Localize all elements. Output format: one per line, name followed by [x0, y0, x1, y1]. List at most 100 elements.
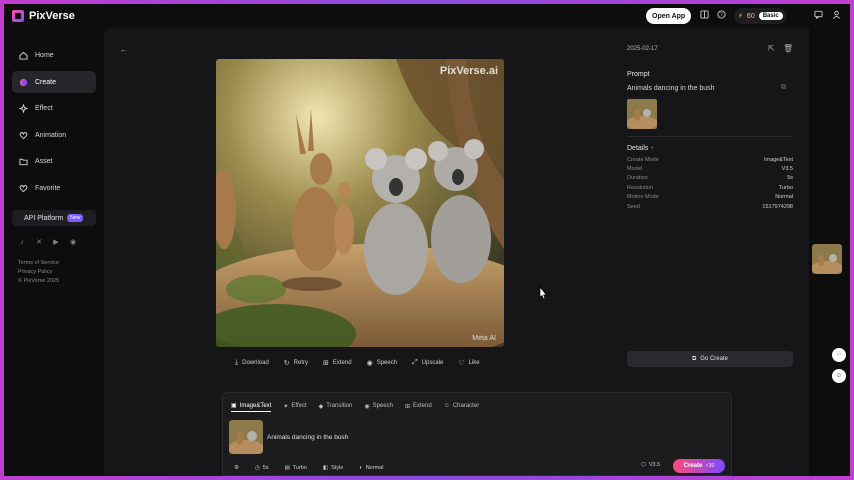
create-icon — [19, 78, 28, 87]
prompt-image-thumbnail[interactable] — [627, 99, 657, 129]
sparkle-icon: ✦ — [283, 403, 289, 410]
tab-image-text[interactable]: ▣ Image&Text — [231, 400, 272, 412]
credits-count: 60 — [746, 12, 755, 20]
copy-icon[interactable]: ⧉ — [781, 84, 786, 92]
tiktok-icon[interactable]: ♪ — [18, 239, 26, 247]
mouse-cursor-icon — [539, 286, 548, 300]
apps-grid-icon[interactable]: ⁘ — [832, 348, 846, 362]
tab-speech[interactable]: ◉ Speech — [364, 400, 393, 412]
tab-transition[interactable]: ◆ Transition — [319, 400, 353, 412]
settings-button[interactable]: ⚙ — [229, 461, 244, 474]
tab-effect[interactable]: ✦ Effect — [283, 400, 306, 412]
quality-select[interactable]: ▤ Turbo — [280, 461, 312, 474]
detail-key: Resolution — [627, 185, 653, 191]
sidebar-item-label: Favorite — [35, 184, 61, 192]
api-platform-button[interactable]: API Platform New — [12, 210, 96, 226]
help-icon[interactable]: ? — [715, 10, 727, 22]
youtube-icon[interactable]: ▶ — [52, 239, 60, 247]
retry-button[interactable]: ↻ Retry — [279, 356, 313, 370]
model-icon: ⬡ — [641, 462, 646, 468]
generated-video[interactable]: PixVerse.ai Meta AI — [216, 59, 504, 347]
chat-support-icon[interactable]: ☺ — [832, 369, 846, 383]
detail-value: 1517974298 — [762, 204, 793, 210]
sliders-icon: ⚙ — [234, 464, 239, 471]
home-icon — [19, 51, 28, 60]
duration-select[interactable]: ◷ 5s — [250, 461, 274, 474]
pixverse-logo-icon — [12, 10, 24, 22]
like-button[interactable]: ♡ Like — [453, 356, 484, 370]
plan-badge: Basic — [758, 12, 783, 20]
detail-value: 5s — [787, 175, 793, 181]
back-arrow-icon[interactable]: ← — [118, 44, 130, 56]
plus-icon[interactable]: + — [650, 146, 654, 152]
go-create-button[interactable]: ⧉ Go Create — [627, 351, 793, 367]
sidebar-item-effect[interactable]: Effect — [12, 97, 96, 119]
model-label: V3.5 — [648, 462, 661, 468]
action-label: Extend — [332, 360, 352, 366]
turbo-icon: ▤ — [284, 464, 290, 471]
motion-select[interactable]: ◐ Normal — [354, 461, 388, 474]
detail-key: Create Mode — [627, 157, 659, 163]
prompt-heading: Prompt — [627, 71, 650, 78]
retry-icon: ↻ — [283, 360, 290, 367]
sidebar-item-home[interactable]: Home — [12, 44, 96, 66]
image-icon: ▣ — [231, 403, 237, 409]
sidebar-item-animation[interactable]: Animation — [12, 124, 96, 146]
logo[interactable]: PixVerse — [12, 10, 75, 22]
upscale-icon: ⤢ — [412, 359, 418, 366]
privacy-link[interactable]: Privacy Policy — [18, 269, 52, 275]
detail-row: Model V3.5 — [627, 166, 793, 175]
extend-button[interactable]: ⊞ Extend — [318, 356, 357, 370]
sidebar-item-label: Create — [35, 78, 57, 86]
action-label: Retry — [293, 360, 309, 366]
speech-button[interactable]: ◉ Speech — [362, 356, 402, 370]
heart-icon — [19, 131, 28, 140]
top-bar: PixVerse Open App ? ⚡ 60 Basic — [4, 4, 850, 28]
create-button[interactable]: Create ⚡30 — [673, 459, 725, 473]
tab-extend[interactable]: ⊞ Extend — [405, 400, 432, 412]
copy-icon: ⧉ — [692, 355, 697, 362]
detail-row: Resolution Turbo — [627, 185, 793, 194]
clock-icon: ◷ — [254, 464, 260, 471]
detail-key: Motion Mode — [627, 194, 659, 200]
motion-icon: ◐ — [359, 464, 363, 471]
download-icon: ⤓ — [235, 359, 239, 366]
sidebar-item-favorite[interactable]: Favorite — [12, 177, 96, 199]
detail-key: Model — [627, 166, 642, 172]
style-select[interactable]: ◧ Style — [318, 461, 348, 474]
action-label: Like — [468, 360, 480, 366]
folder-icon — [19, 157, 28, 166]
layout-icon[interactable] — [698, 10, 710, 22]
x-icon[interactable]: ✕ — [35, 239, 43, 247]
tab-character[interactable]: ☺ Character — [444, 400, 479, 412]
extend-icon: ⊞ — [404, 403, 411, 410]
detail-row: Motion Mode Normal — [627, 194, 793, 203]
open-app-button[interactable]: Open App — [646, 8, 692, 24]
credits-badge[interactable]: ⚡ 60 Basic — [734, 8, 787, 24]
message-icon[interactable] — [812, 10, 824, 22]
details-heading: Details + — [627, 145, 654, 152]
option-label: 5s — [262, 464, 269, 471]
copyright-text: © PixVerse 2025 — [18, 278, 60, 284]
option-label: Style — [331, 464, 344, 471]
video-frame-image — [216, 59, 504, 347]
sidebar-item-label: Asset — [35, 157, 53, 165]
trash-icon[interactable]: 🗑 — [783, 44, 793, 53]
history-thumbnail[interactable] — [812, 244, 842, 274]
discord-icon[interactable]: ◉ — [69, 239, 77, 247]
composer-tabs: ▣ Image&Text ✦ Effect ◆ Transition ◉ Spe… — [231, 400, 479, 412]
tab-label: Character — [452, 403, 480, 409]
terms-link[interactable]: Terms of Service — [18, 260, 59, 266]
user-icon[interactable] — [830, 10, 842, 22]
sidebar-item-asset[interactable]: Asset — [12, 150, 96, 172]
download-button[interactable]: ⤓ Download — [230, 356, 274, 370]
upscale-button[interactable]: ⤢ Upscale — [407, 356, 448, 370]
model-select[interactable]: ⬡ V3.5 — [641, 462, 660, 468]
share-icon[interactable]: ⇱ — [768, 44, 775, 53]
sidebar-item-label: Home — [35, 51, 54, 59]
prompt-input[interactable]: Animals dancing in the bush — [267, 434, 348, 441]
sidebar-item-create[interactable]: Create — [12, 71, 96, 93]
composer-image-thumbnail[interactable] — [229, 420, 263, 454]
detail-key: Duration — [627, 175, 648, 181]
api-platform-label: API Platform — [24, 214, 64, 222]
